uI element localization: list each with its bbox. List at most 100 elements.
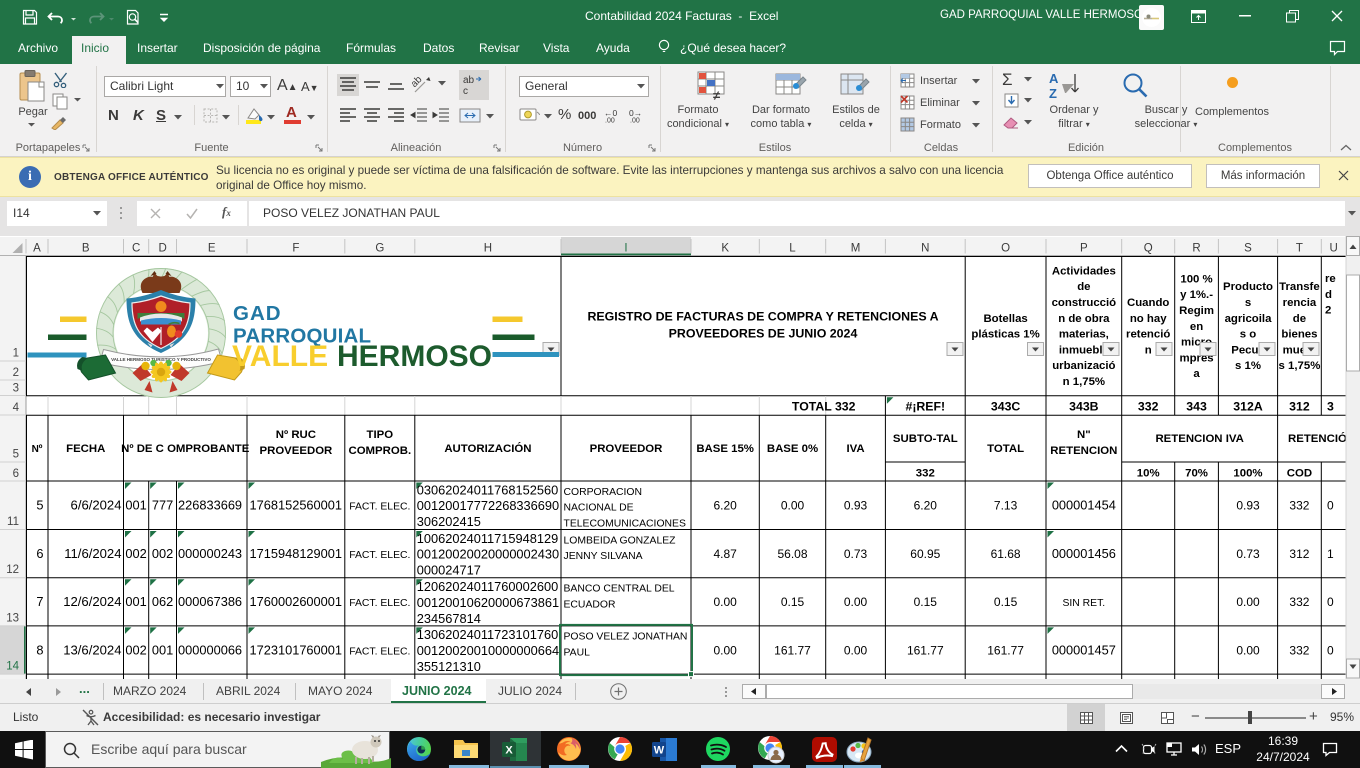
svg-text:161.77: 161.77: [987, 643, 1024, 657]
svg-text:312: 312: [1289, 547, 1309, 561]
svg-text:#¡REF!: #¡REF!: [905, 400, 945, 414]
svg-text:de: de: [1293, 313, 1306, 325]
svg-text:H: H: [484, 243, 492, 255]
svg-text:000000243: 000000243: [178, 546, 242, 561]
svg-text:CORPORACION: CORPORACION: [564, 487, 643, 498]
svg-text:E: E: [208, 243, 216, 255]
svg-text:ECUADOR: ECUADOR: [564, 599, 616, 610]
svg-text:B: B: [82, 243, 90, 255]
svg-text:312A: 312A: [1233, 400, 1263, 414]
svg-text:1715948129001: 1715948129001: [250, 546, 343, 561]
svg-text:001: 001: [125, 594, 146, 609]
svg-text:SIN RET.: SIN RET.: [1062, 598, 1105, 609]
svg-text:002: 002: [125, 546, 146, 561]
svg-text:11: 11: [7, 516, 19, 528]
svg-text:000001454: 000001454: [1052, 498, 1116, 513]
svg-text:Producto: Producto: [1223, 281, 1273, 293]
svg-text:s: s: [1245, 297, 1251, 309]
svg-text:332: 332: [1289, 499, 1309, 513]
svg-text:332: 332: [1289, 643, 1309, 657]
svg-text:s 1%: s 1%: [1235, 360, 1261, 372]
svg-text:0: 0: [1327, 499, 1334, 513]
svg-text:JENNY SILVANA: JENNY SILVANA: [564, 551, 643, 562]
svg-text:TOTAL 332: TOTAL 332: [792, 400, 856, 414]
svg-text:bienes: bienes: [1281, 329, 1317, 341]
svg-text:SUBTO-TAL: SUBTO-TAL: [893, 433, 958, 445]
svg-text:7.13: 7.13: [994, 499, 1018, 513]
svg-text:0.00: 0.00: [844, 643, 868, 657]
svg-text:en: en: [1190, 321, 1203, 333]
svg-text:161.77: 161.77: [774, 643, 811, 657]
svg-text:000024717: 000024717: [417, 563, 481, 578]
svg-text:332: 332: [916, 468, 935, 480]
svg-text:FACT. ELEC.: FACT. ELEC.: [349, 502, 410, 513]
svg-text:construcció: construcció: [1052, 297, 1117, 309]
svg-text:Nº RUC: Nº RUC: [276, 429, 316, 441]
svg-text:FACT. ELEC.: FACT. ELEC.: [349, 598, 410, 609]
svg-text:M: M: [851, 243, 861, 255]
svg-text:4.87: 4.87: [713, 547, 737, 561]
svg-text:n 1,75%: n 1,75%: [1063, 376, 1105, 388]
svg-text:60.95: 60.95: [910, 547, 940, 561]
svg-text:RETENCION: RETENCION: [1050, 445, 1117, 457]
svg-text:IVA: IVA: [846, 443, 864, 455]
svg-text:.00: .00: [630, 118, 640, 124]
svg-text:777: 777: [152, 498, 173, 513]
svg-text:7: 7: [36, 594, 43, 609]
svg-text:N: N: [921, 243, 929, 255]
svg-text:y 1%.-: y 1%.-: [1180, 289, 1213, 301]
svg-text:000000066: 000000066: [178, 642, 242, 657]
svg-text:P: P: [1080, 243, 1088, 255]
svg-text:8: 8: [36, 642, 43, 657]
svg-text:TOTAL: TOTAL: [987, 443, 1024, 455]
svg-text:03062024011768152560: 03062024011768152560: [417, 482, 558, 497]
svg-text:234567814: 234567814: [417, 611, 481, 626]
svg-text:56.08: 56.08: [777, 547, 807, 561]
svg-text:10062024011715948129: 10062024011715948129: [417, 531, 558, 546]
svg-text:TIPO: TIPO: [367, 429, 394, 441]
svg-text:00120020020000002430: 00120020020000002430: [417, 547, 559, 562]
svg-text:6: 6: [36, 546, 43, 561]
svg-text:PAUL: PAUL: [564, 648, 591, 659]
svg-text:de: de: [1077, 281, 1090, 293]
svg-text:226833669: 226833669: [178, 498, 242, 513]
svg-text:70%: 70%: [1185, 468, 1208, 480]
svg-text:00120020010000000664: 00120020010000000664: [417, 643, 559, 658]
svg-text:100%: 100%: [1233, 468, 1262, 480]
svg-text:D: D: [158, 243, 166, 255]
svg-text:Regim: Regim: [1179, 305, 1214, 317]
svg-text:materias,: materias,: [1059, 329, 1109, 341]
svg-text:N": N": [1077, 429, 1091, 441]
svg-text:PROVEEDOR: PROVEEDOR: [590, 443, 663, 455]
svg-text:13062024011723101760: 13062024011723101760: [417, 627, 558, 642]
svg-text:4: 4: [13, 402, 20, 414]
svg-text:AUTORIZACIÓN: AUTORIZACIÓN: [444, 442, 531, 455]
svg-text:0.15: 0.15: [914, 595, 938, 609]
svg-text:s o: s o: [1240, 329, 1256, 341]
svg-text:Z: Z: [1049, 86, 1057, 101]
svg-text:COMPROB.: COMPROB.: [348, 445, 411, 457]
svg-text:Nº: Nº: [32, 444, 43, 455]
svg-text:BASE 15%: BASE 15%: [696, 443, 754, 455]
svg-text:X: X: [505, 745, 513, 757]
svg-text:Botellas: Botellas: [983, 313, 1027, 325]
svg-text:n: n: [1145, 345, 1152, 357]
svg-text:Nº DE C OMPROBANTE: Nº DE C OMPROBANTE: [121, 443, 250, 455]
svg-text:343B: 343B: [1069, 400, 1099, 414]
svg-text:HERMOSO: HERMOSO: [337, 340, 492, 373]
svg-text:10%: 10%: [1137, 468, 1160, 480]
svg-text:FACT. ELEC.: FACT. ELEC.: [349, 646, 410, 657]
svg-text:61.68: 61.68: [991, 547, 1021, 561]
svg-text:NACIONAL DE: NACIONAL DE: [564, 503, 634, 514]
svg-text:T: T: [1296, 243, 1303, 255]
svg-text:6: 6: [13, 468, 19, 480]
svg-text:COD: COD: [1287, 468, 1312, 480]
svg-text:s 1,75%: s 1,75%: [1279, 360, 1321, 372]
svg-text:000001456: 000001456: [1052, 546, 1116, 561]
svg-text:12: 12: [6, 564, 19, 576]
svg-text:11/6/2024: 11/6/2024: [64, 546, 121, 561]
svg-text:LOMBEIDA GONZALEZ: LOMBEIDA GONZALEZ: [564, 535, 677, 546]
svg-text:L: L: [789, 243, 796, 255]
svg-text:R: R: [1192, 243, 1200, 255]
svg-text:6.20: 6.20: [914, 499, 938, 513]
